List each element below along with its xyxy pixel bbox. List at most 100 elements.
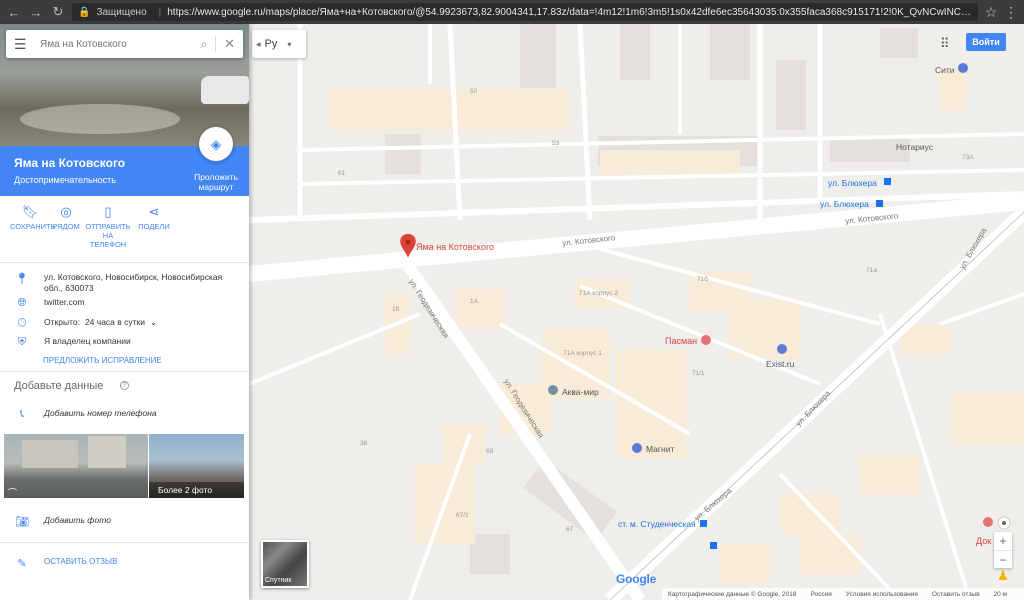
photo-detail	[20, 104, 180, 134]
share-button[interactable]: ⋖ ПОДЕЛИ	[134, 202, 174, 268]
poi-exist-label[interactable]: Exist.ru	[766, 359, 794, 369]
section-divider	[0, 371, 249, 372]
metro-station-label[interactable]: ст. м. Студенческая	[618, 519, 696, 529]
review-row[interactable]: ✎ ОСТАВИТЬ ОТЗЫВ	[14, 557, 117, 570]
google-logo-text: Google	[616, 572, 657, 586]
more-photos-label: Более 2 фото	[149, 482, 244, 498]
poi-magnit-label[interactable]: Магнит	[646, 444, 674, 454]
bus-stop-label-2[interactable]: ул. Блюхера	[820, 199, 869, 209]
globe-icon: 🌐︎	[17, 297, 27, 309]
close-icon[interactable]: ✕	[224, 36, 235, 52]
zoom-out-button[interactable]: −	[994, 550, 1012, 568]
help-icon[interactable]: ?	[120, 381, 129, 390]
section-divider	[0, 262, 249, 263]
add-photo-row[interactable]: 📷︎ Добавить фото	[14, 515, 111, 528]
poi-akva-label[interactable]: Аква-мир	[562, 387, 599, 397]
google-logo: Google	[616, 572, 656, 586]
forward-icon[interactable]: →	[28, 4, 44, 20]
search-icon[interactable]: ⌕	[200, 37, 207, 52]
owner-text: Я владелец компании	[44, 336, 131, 346]
clock-icon: 🕒︎	[17, 317, 27, 329]
phone-icon: 📞︎	[20, 408, 24, 420]
photo-detail	[201, 76, 249, 104]
map-footer: Картографические данные © Google, 2018 Р…	[662, 588, 1024, 600]
building-number: 1б	[392, 306, 400, 313]
browser-menu-icon[interactable]: ⋮	[1004, 4, 1018, 21]
photo-detail	[88, 436, 126, 468]
poi-notary-label[interactable]: Нотариус	[896, 142, 933, 152]
search-divider	[215, 36, 217, 52]
send-to-phone-label: ОТПРАВИТЬ НА ТЕЛЕФОН	[85, 222, 131, 249]
poi-dok-label[interactable]: Док	[976, 536, 991, 546]
hours-value: 24 часа в сутки	[84, 317, 146, 327]
menu-icon[interactable]: ☰	[14, 36, 30, 53]
save-button[interactable]: 🔖︎ СОХРАНИТЬ	[10, 202, 56, 268]
building-number: 71А корпус 1	[563, 350, 602, 357]
photo-detail	[22, 440, 78, 468]
add-phone-text: Добавить номер телефона	[44, 408, 157, 418]
save-label: СОХРАНИТЬ	[10, 222, 56, 231]
address-separator: |	[158, 6, 162, 18]
address-bar[interactable]: 🔒 Защищено | https://www.google.ru/maps/…	[72, 3, 978, 21]
bookmark-star-icon[interactable]: ☆	[984, 4, 998, 21]
zoom-in-button[interactable]: +	[994, 532, 1012, 550]
camera-icon: 📷︎	[15, 516, 29, 528]
website-text: twitter.com	[44, 297, 85, 307]
website-row[interactable]: 🌐︎ twitter.com	[14, 297, 85, 310]
send-to-phone-button[interactable]: ▯ ОТПРАВИТЬ НА ТЕЛЕФОН	[84, 202, 132, 268]
zoom-control: + −	[994, 532, 1012, 568]
map-pin-label[interactable]: Яма на Котовского	[416, 242, 494, 252]
photo-thumbnail-2[interactable]: Более 2 фото	[149, 434, 244, 498]
feedback-link[interactable]: Оставить отзыв	[932, 591, 980, 598]
building-number: 69	[486, 448, 494, 455]
reload-icon[interactable]: ↻	[50, 4, 66, 20]
building-number: 71А корпус 2	[579, 290, 618, 297]
add-photo-text: Добавить фото	[44, 515, 111, 525]
nearby-button[interactable]: ◎ РЯДОМ	[52, 202, 80, 268]
add-phone-row[interactable]: 📞︎ Добавить номер телефона	[14, 408, 157, 421]
address-row[interactable]: 📍︎ ул. Котовского, Новосибирск, Новосиби…	[14, 272, 239, 294]
place-category[interactable]: Достопримечательность	[14, 175, 116, 185]
building-number: 38	[360, 440, 368, 447]
chevron-down-icon[interactable]: ⌄	[150, 317, 157, 328]
apps-grid-icon[interactable]: ⠿	[940, 36, 950, 52]
place-panel: ☰ ⌕ ✕ Яма на Котовского Достопримечатель…	[0, 24, 249, 600]
browser-toolbar: ← → ↻ 🔒 Защищено | https://www.google.ru…	[0, 0, 1024, 24]
building-number: 71б	[697, 276, 708, 283]
satellite-label: Спутник	[265, 577, 292, 584]
building-number: 71/1	[692, 370, 705, 377]
send-to-phone-icon: ▯	[104, 204, 112, 219]
bookmark-icon: 🔖︎	[21, 204, 39, 219]
bus-stop-label-1[interactable]: ул. Блюхера	[828, 178, 877, 188]
language-label: Ру	[264, 38, 278, 50]
directions-button[interactable]: ◈	[199, 127, 233, 161]
review-link: ОСТАВИТЬ ОТЗЫВ	[44, 557, 118, 566]
street-view-icon: ⌒	[8, 488, 18, 498]
compass-icon[interactable]	[997, 516, 1011, 533]
rate-review-icon: ✎	[17, 558, 27, 570]
building-number: 1А	[470, 298, 478, 305]
collapse-panel-icon[interactable]: ◂	[256, 39, 261, 50]
directions-label[interactable]: Проложить маршрут	[185, 172, 247, 192]
hours-row[interactable]: 🕒︎ Открыто: 24 часа в сутки ⌄	[14, 317, 158, 330]
language-selector[interactable]: ◂ Ру ▾	[252, 30, 306, 58]
pegman-icon[interactable]: ♟	[996, 568, 1010, 586]
verified-shield-icon: ⛨	[17, 336, 27, 348]
owner-row[interactable]: ⛨ Я владелец компании	[14, 336, 131, 349]
login-button[interactable]: Войти	[966, 33, 1006, 51]
place-title: Яма на Котовского	[14, 156, 126, 170]
country-link[interactable]: Россия	[810, 591, 831, 598]
poi-pasman-label[interactable]: Пасман	[665, 336, 697, 346]
photo-thumbnail-1[interactable]	[4, 434, 148, 498]
search-input[interactable]	[40, 38, 193, 50]
building-number: 71а	[866, 267, 877, 274]
satellite-toggle[interactable]: Спутник	[261, 540, 309, 588]
terms-link[interactable]: Условия использования	[846, 591, 918, 598]
back-icon[interactable]: ←	[6, 4, 22, 20]
poi-city-label[interactable]: Сити	[935, 65, 955, 75]
scale-label[interactable]: 20 м	[994, 591, 1008, 598]
add-data-title: Добавьте данные	[14, 380, 104, 392]
building-number: 50	[470, 88, 478, 95]
nearby-icon: ◎	[60, 204, 72, 219]
suggest-edit-link[interactable]: ПРЕДЛОЖИТЬ ИСПРАВЛЕНИЕ	[43, 356, 162, 365]
